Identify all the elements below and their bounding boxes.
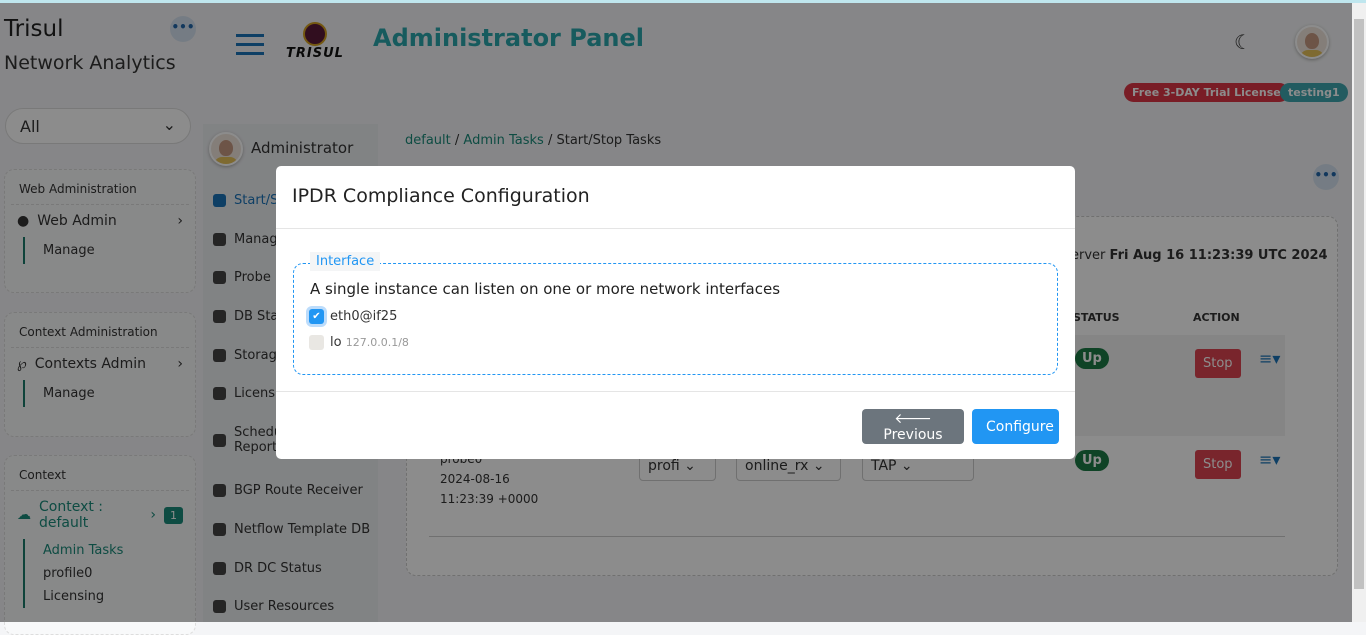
interface-fieldset: Interface A single instance can listen o… [293, 252, 1058, 375]
interface-option-eth0[interactable]: ✔ eth0@if25 [309, 309, 397, 324]
checkbox-unchecked[interactable] [309, 335, 324, 350]
arrow-left-icon: 🡐 [894, 411, 932, 427]
previous-button[interactable]: 🡐 Previous [862, 409, 964, 444]
scrollbar[interactable] [1352, 3, 1366, 622]
interface-description: A single instance can listen on one or m… [310, 280, 781, 298]
modal-footer: 🡐 Previous Configure [276, 391, 1075, 459]
ipdr-config-modal: IPDR Compliance Configuration Interface … [276, 166, 1075, 459]
checkbox-checked[interactable]: ✔ [309, 309, 324, 324]
fieldset-legend: Interface [310, 252, 381, 271]
configure-button[interactable]: Configure [972, 409, 1059, 444]
interface-option-lo[interactable]: lo 127.0.0.1/8 [309, 335, 409, 350]
modal-title: IPDR Compliance Configuration [276, 166, 1075, 229]
